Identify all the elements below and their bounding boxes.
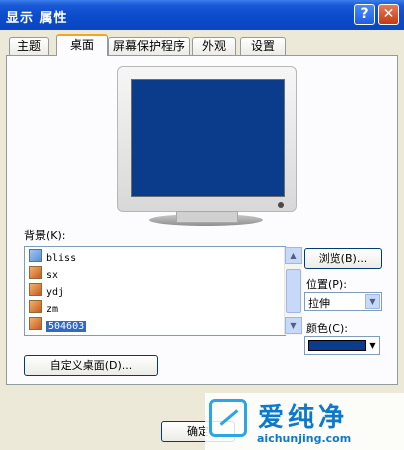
- browse-button[interactable]: 浏览(B)...: [304, 248, 382, 269]
- monitor-screen: [131, 79, 285, 197]
- window-title: 显示 属性: [6, 11, 68, 26]
- list-item[interactable]: ydj: [29, 283, 64, 298]
- image-file-icon: [29, 266, 42, 279]
- customize-desktop-button[interactable]: 自定义桌面(D)...: [24, 355, 158, 376]
- help-button[interactable]: ?: [354, 4, 375, 25]
- tab-settings[interactable]: 设置: [240, 37, 286, 55]
- chevron-down-icon[interactable]: ▼: [367, 338, 378, 353]
- list-item[interactable]: sx: [29, 266, 58, 281]
- list-item[interactable]: bliss: [29, 249, 76, 264]
- position-label: 位置(P):: [306, 278, 347, 291]
- tab-strip: 主题 桌面 屏幕保护程序 外观 设置: [6, 34, 398, 56]
- position-value: 拉伸: [308, 297, 330, 310]
- desktop-panel: 背景(K): bliss sx ydj zm 504603 ▲ ▼ 浏览(B).…: [6, 55, 398, 385]
- background-list[interactable]: bliss sx ydj zm 504603 ▲ ▼: [24, 246, 302, 336]
- list-item[interactable]: zm: [29, 300, 58, 315]
- monitor-preview: [117, 66, 297, 212]
- scroll-down-icon[interactable]: ▼: [285, 317, 302, 334]
- watermark-brand: 爱纯净: [258, 403, 349, 433]
- color-picker[interactable]: ▼: [304, 336, 380, 355]
- monitor-stand: [176, 211, 238, 223]
- image-file-icon: [29, 283, 42, 296]
- image-file-icon: [29, 300, 42, 313]
- tab-desktop[interactable]: 桌面: [56, 34, 108, 56]
- list-item-selected[interactable]: 504603: [29, 317, 87, 332]
- watermark-url: aichunjing.com: [257, 432, 352, 445]
- position-select[interactable]: 拉伸 ▼: [304, 292, 382, 311]
- image-file-icon: [29, 317, 42, 330]
- title-bar[interactable]: 显示 属性 ? ✕: [0, 0, 404, 30]
- scroll-thumb[interactable]: [286, 269, 301, 313]
- background-label: 背景(K):: [24, 229, 66, 242]
- scroll-up-icon[interactable]: ▲: [285, 247, 302, 264]
- power-led-icon: [278, 202, 284, 208]
- chevron-down-icon[interactable]: ▼: [365, 294, 380, 309]
- color-swatch: [308, 340, 366, 351]
- watermark-logo-icon: [209, 399, 247, 437]
- tab-screensaver[interactable]: 屏幕保护程序: [108, 37, 190, 55]
- tab-themes[interactable]: 主题: [9, 37, 49, 55]
- close-button[interactable]: ✕: [378, 4, 399, 25]
- list-scrollbar[interactable]: ▲ ▼: [284, 247, 302, 335]
- color-label: 颜色(C):: [306, 322, 348, 335]
- image-file-icon: [29, 249, 42, 262]
- tab-appearance[interactable]: 外观: [192, 37, 236, 55]
